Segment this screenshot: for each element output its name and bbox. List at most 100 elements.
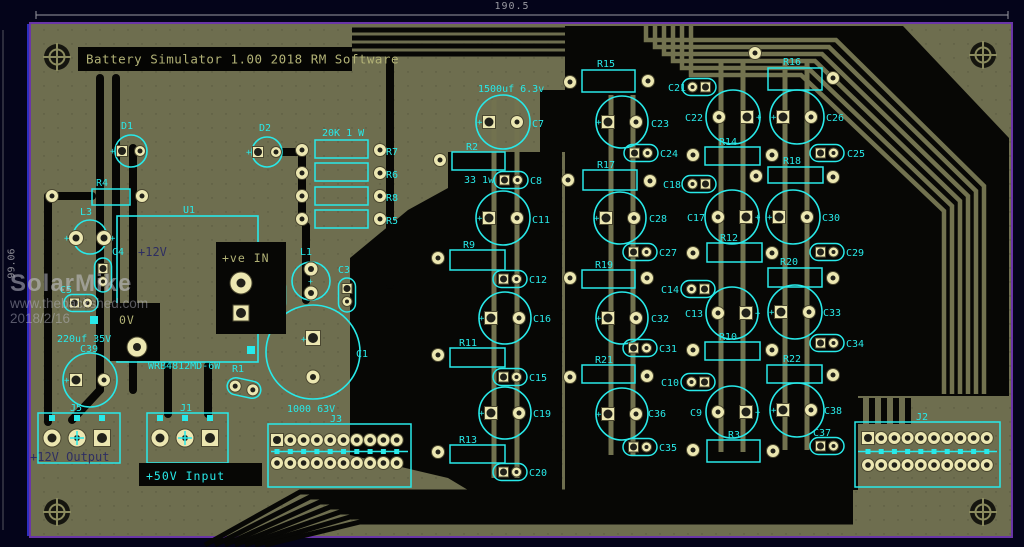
svg-text:220uf 35V: 220uf 35V: [57, 334, 111, 345]
svg-text:R5: R5: [386, 216, 398, 227]
svg-text:R8: R8: [386, 193, 398, 204]
svg-text:33 1w: 33 1w: [464, 175, 495, 186]
label-box-0v: 0V: [110, 303, 160, 361]
svg-text:C15: C15: [529, 373, 547, 384]
svg-text:R9: R9: [463, 240, 475, 251]
svg-text:+: +: [596, 118, 602, 128]
title-block: Battery Simulator 1.00 2018 RM Software: [78, 47, 399, 71]
svg-text:+: +: [477, 118, 483, 128]
svg-text:R22: R22: [783, 354, 801, 365]
svg-text:+: +: [596, 410, 602, 420]
svg-text:R13: R13: [459, 435, 477, 446]
svg-text:C22: C22: [685, 113, 703, 124]
svg-text:C21: C21: [668, 83, 686, 94]
svg-text:C36: C36: [648, 409, 666, 420]
svg-text:R4: R4: [96, 178, 108, 189]
svg-text:C7: C7: [532, 119, 544, 130]
svg-text:C19: C19: [533, 409, 551, 420]
svg-text:R16: R16: [783, 57, 801, 68]
svg-text:+: +: [479, 409, 485, 419]
svg-text:J5: J5: [70, 403, 82, 414]
svg-text:+: +: [767, 213, 773, 223]
svg-text:C29: C29: [846, 248, 864, 259]
svg-text:+: +: [64, 376, 70, 386]
svg-text:C17: C17: [687, 213, 705, 224]
svg-text:+: +: [301, 335, 307, 345]
svg-text:C23: C23: [651, 119, 669, 130]
svg-text:+: +: [64, 234, 70, 244]
svg-text:+: +: [308, 277, 313, 286]
svg-text:C31: C31: [659, 344, 677, 355]
svg-text:R18: R18: [783, 156, 801, 167]
svg-text:+: +: [246, 148, 252, 158]
svg-text:J3: J3: [330, 414, 342, 425]
dimension-left-label: 99.06: [7, 243, 18, 285]
svg-text:C25: C25: [847, 149, 865, 160]
svg-text:C3: C3: [338, 265, 350, 276]
svg-text:J1: J1: [180, 403, 192, 414]
svg-text:1500uf 6.3v: 1500uf 6.3v: [478, 84, 544, 95]
svg-text:R6: R6: [386, 170, 398, 181]
svg-text:+12V: +12V: [138, 245, 167, 259]
svg-text:C16: C16: [533, 314, 551, 325]
svg-text:C24: C24: [660, 149, 678, 160]
svg-text:+: +: [771, 113, 777, 123]
svg-text:R21: R21: [595, 355, 613, 366]
svg-text:R14: R14: [719, 137, 737, 148]
svg-text:R17: R17: [597, 160, 615, 171]
svg-text:D2: D2: [259, 123, 271, 134]
svg-text:C14: C14: [661, 285, 679, 296]
svg-text:R3: R3: [728, 430, 740, 441]
svg-text:C4: C4: [112, 247, 124, 258]
svg-text:20K 1 W: 20K 1 W: [322, 128, 365, 139]
pcb-canvas: + C7 + C11 + C16 + C19 + C23 + C28 + C32 + C36 + C22 + C17 +…: [0, 0, 1024, 547]
svg-text:+: +: [477, 214, 483, 224]
svg-text:C5: C5: [60, 285, 72, 296]
dimension-top-label: 190.5: [0, 1, 1024, 12]
svg-text:C28: C28: [649, 214, 667, 225]
svg-text:C10: C10: [661, 378, 679, 389]
svg-text:+: +: [771, 406, 777, 416]
svg-text:R19: R19: [595, 260, 613, 271]
svg-text:+: +: [755, 408, 761, 418]
svg-text:+: +: [769, 308, 775, 318]
svg-text:R11: R11: [459, 338, 477, 349]
svg-text:D1: D1: [121, 121, 133, 132]
svg-text:C8: C8: [530, 176, 542, 187]
svg-text:C18: C18: [663, 180, 681, 191]
svg-text:+: +: [594, 214, 600, 224]
svg-text:C37: C37: [813, 428, 831, 439]
svg-text:+50V Input: +50V Input: [146, 469, 225, 483]
svg-text:R12: R12: [720, 233, 738, 244]
svg-text:C39: C39: [80, 344, 98, 355]
svg-text:+ve IN: +ve IN: [222, 251, 270, 265]
svg-text:L1: L1: [300, 247, 312, 258]
svg-text:C20: C20: [529, 468, 547, 479]
svg-text:C27: C27: [659, 248, 677, 259]
title-block-text: Battery Simulator 1.00 2018 RM Software: [86, 52, 399, 67]
svg-text:+: +: [479, 314, 485, 324]
svg-text:R2: R2: [466, 142, 478, 153]
svg-text:L3: L3: [80, 207, 92, 218]
svg-text:R15: R15: [597, 59, 615, 70]
svg-text:+: +: [755, 309, 761, 319]
svg-text:C9: C9: [690, 408, 702, 419]
svg-text:C26: C26: [826, 113, 844, 124]
svg-text:R10: R10: [719, 332, 737, 343]
svg-text:+: +: [756, 113, 762, 123]
svg-text:R7: R7: [386, 147, 398, 158]
svg-text:C13: C13: [685, 309, 703, 320]
svg-text:+: +: [596, 314, 602, 324]
svg-text:WRB4812MD-6W: WRB4812MD-6W: [148, 361, 221, 372]
svg-text:C35: C35: [659, 443, 677, 454]
svg-text:C32: C32: [651, 314, 669, 325]
svg-text:C12: C12: [529, 275, 547, 286]
svg-text:C34: C34: [846, 339, 864, 350]
svg-text:C11: C11: [532, 215, 550, 226]
svg-text:+: +: [755, 213, 761, 223]
svg-text:+12V Output: +12V Output: [30, 450, 109, 464]
svg-text:R1: R1: [232, 364, 244, 375]
svg-text:0V: 0V: [119, 313, 135, 327]
pcb-viewport: + C7 + C11 + C16 + C19 + C23 + C28 + C32 + C36 + C22 + C17 +…: [0, 0, 1024, 547]
label-box--50v-input: +50V Input: [139, 463, 262, 486]
